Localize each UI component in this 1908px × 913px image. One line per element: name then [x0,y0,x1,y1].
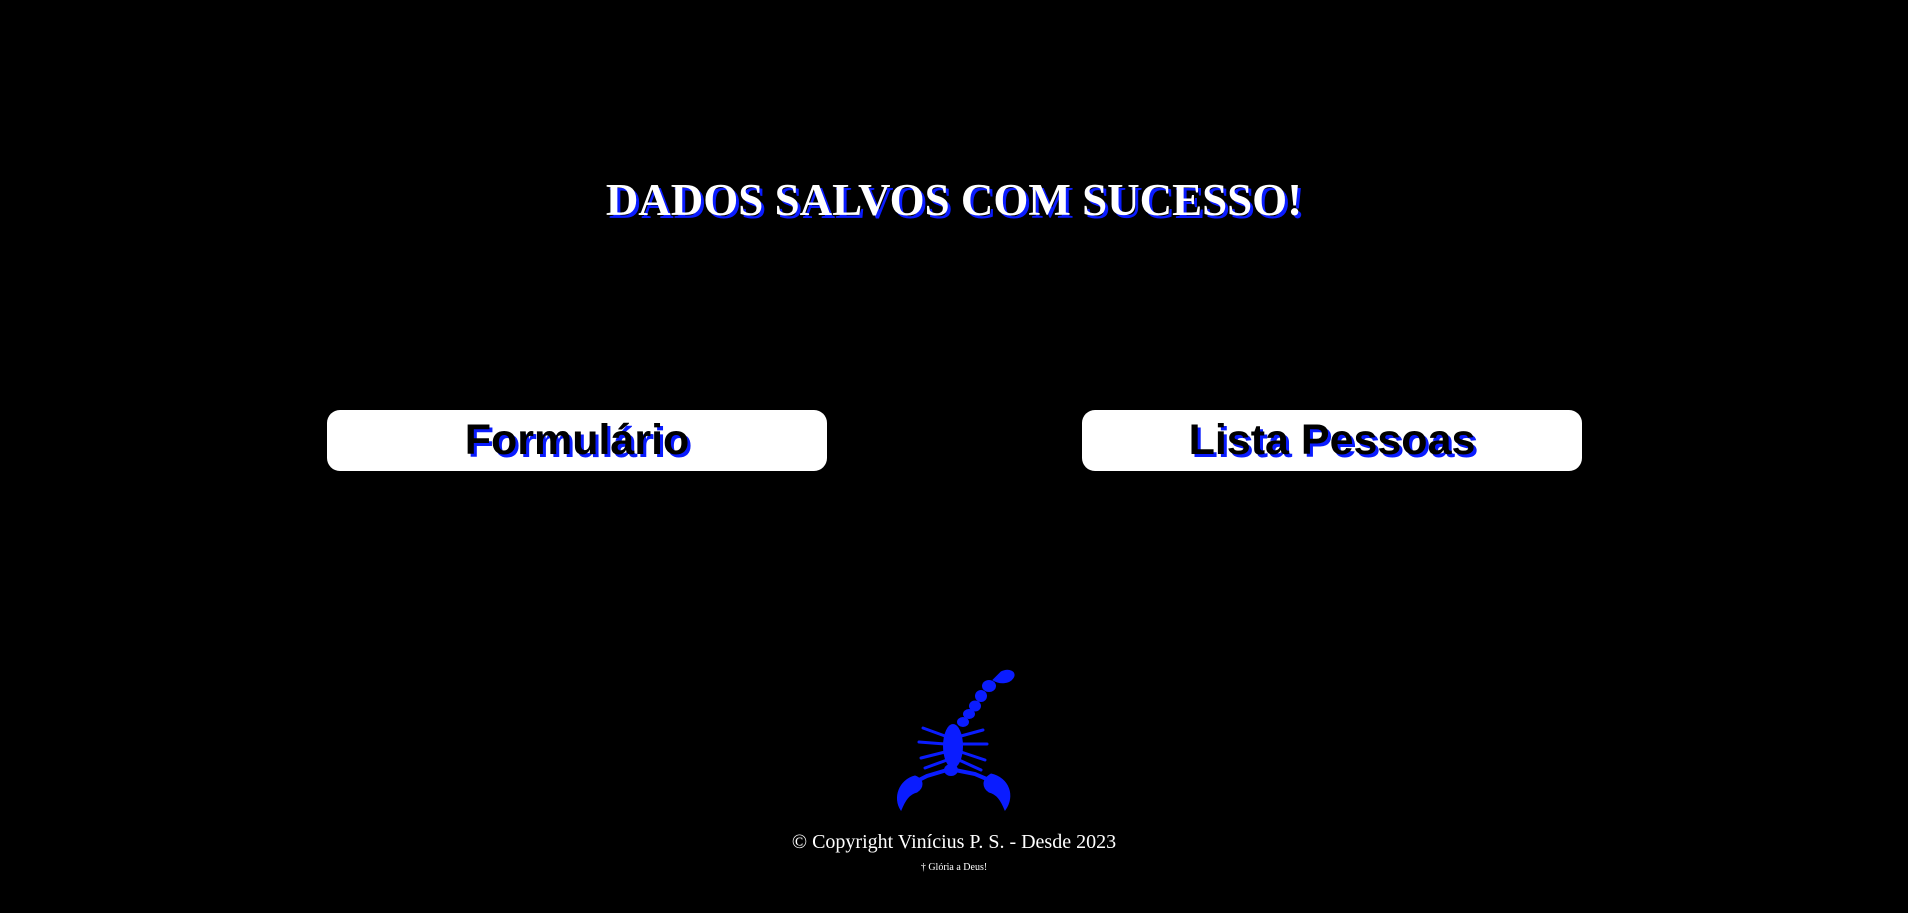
gloria-text: † Glória a Deus! [920,862,988,873]
formulario-button[interactable]: Formulário [327,410,827,471]
copyright-text: © Copyright Vinícius P. S. - Desde 2023 [791,831,1117,853]
lista-pessoas-button[interactable]: Lista Pessoas [1082,410,1582,471]
scorpion-icon [897,669,1015,812]
page: DADOS SALVOS COM SUCESSO! Formulário Lis… [0,0,1908,913]
lista-pessoas-button-label: Lista Pessoas [1188,416,1476,464]
formulario-button-label: Formulário [464,416,690,464]
page-title: DADOS SALVOS COM SUCESSO! [605,175,1303,225]
